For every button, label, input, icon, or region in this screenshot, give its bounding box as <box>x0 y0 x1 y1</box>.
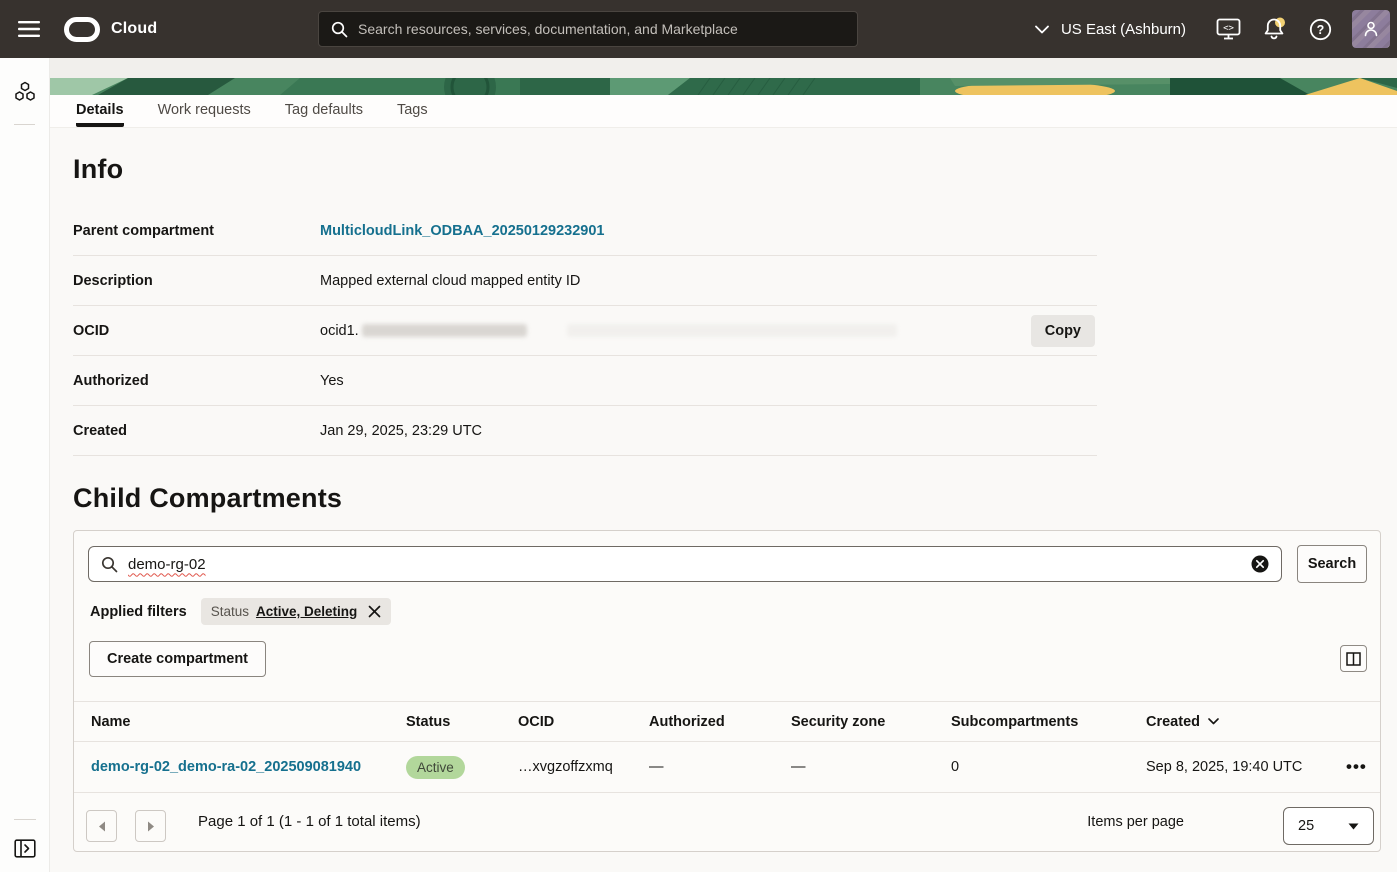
child-compartments-heading: Child Compartments <box>73 483 342 514</box>
oracle-o-icon <box>64 17 100 42</box>
parent-compartment-label: Parent compartment <box>73 223 320 239</box>
column-header-status: Status <box>406 714 518 730</box>
help-icon[interactable]: ? <box>1300 9 1340 49</box>
search-input-value: demo-rg-02 <box>128 556 206 573</box>
top-navigation-bar: Cloud US East (Ashburn) <> ? <box>0 0 1397 58</box>
compartments-icon[interactable] <box>0 70 50 114</box>
decorative-banner <box>50 78 1397 95</box>
column-header-ocid: OCID <box>518 714 649 730</box>
info-row-ocid: OCID ocid1. Copy <box>73 306 1097 356</box>
table-row: demo-rg-02_demo-ra-02_202509081940 Activ… <box>74 742 1380 793</box>
compartments-table: Name Status OCID Authorized Security zon… <box>74 701 1380 793</box>
expand-panel-icon[interactable] <box>0 826 50 870</box>
previous-page-button[interactable] <box>86 810 117 842</box>
global-search-bar[interactable] <box>318 11 858 47</box>
tab-tags[interactable]: Tags <box>397 95 428 127</box>
ocid-label: OCID <box>73 323 320 339</box>
info-row-parent-compartment: Parent compartment MulticloudLink_ODBAA_… <box>73 206 1097 256</box>
column-header-name: Name <box>91 714 406 730</box>
ocid-prefix: ocid1. <box>320 323 359 339</box>
items-per-page-value: 25 <box>1298 818 1314 834</box>
info-list: Parent compartment MulticloudLink_ODBAA_… <box>73 206 1097 456</box>
region-label: US East (Ashburn) <box>1061 21 1186 38</box>
copy-ocid-button[interactable]: Copy <box>1031 315 1095 347</box>
authorized-label: Authorized <box>73 373 320 389</box>
row-authorized: — <box>649 759 791 775</box>
items-per-page-select[interactable]: 25 <box>1283 807 1374 845</box>
description-value: Mapped external cloud mapped entity ID <box>320 273 580 289</box>
row-ocid: …xvgzoffzxmq <box>518 759 649 775</box>
row-created: Sep 8, 2025, 19:40 UTC <box>1146 759 1346 775</box>
items-per-page-label: Items per page <box>1087 814 1184 830</box>
search-icon <box>331 21 348 38</box>
applied-filters-label: Applied filters <box>90 604 187 620</box>
created-value: Jan 29, 2025, 23:29 UTC <box>320 423 482 439</box>
user-avatar[interactable] <box>1352 10 1390 48</box>
main-content: Info Parent compartment MulticloudLink_O… <box>50 128 1397 872</box>
region-selector[interactable]: US East (Ashburn) <box>1035 21 1186 38</box>
notifications-bell-icon[interactable] <box>1254 9 1294 49</box>
row-actions-menu-icon[interactable]: ••• <box>1346 762 1367 772</box>
chevron-down-icon <box>1035 25 1049 34</box>
tab-tag-defaults[interactable]: Tag defaults <box>285 95 363 127</box>
columns-icon <box>1346 652 1361 666</box>
left-sidebar <box>0 58 50 872</box>
status-badge: Active <box>406 756 465 779</box>
child-compartments-panel: demo-rg-02 Search Applied filters Status… <box>73 530 1381 852</box>
status-filter-chip: Status Active, Deleting <box>201 598 392 625</box>
info-row-created: Created Jan 29, 2025, 23:29 UTC <box>73 406 1097 456</box>
cloud-shell-icon[interactable]: <> <box>1208 9 1248 49</box>
created-label: Created <box>73 423 320 439</box>
column-header-authorized: Authorized <box>649 714 791 730</box>
filter-values-link[interactable]: Active, Deleting <box>256 604 357 619</box>
ocid-redacted-smudge <box>567 324 897 337</box>
table-header-row: Name Status OCID Authorized Security zon… <box>74 701 1380 742</box>
svg-text:<>: <> <box>1223 24 1234 34</box>
ocid-redacted-value <box>362 324 527 337</box>
compartment-search-input[interactable]: demo-rg-02 <box>88 546 1282 582</box>
column-picker-button[interactable] <box>1340 645 1367 672</box>
description-label: Description <box>73 273 320 289</box>
sidebar-divider <box>14 124 35 125</box>
info-heading: Info <box>73 154 123 185</box>
parent-compartment-link[interactable]: MulticloudLink_ODBAA_20250129232901 <box>320 223 605 239</box>
applied-filters-row: Applied filters Status Active, Deleting <box>90 598 391 625</box>
filter-field-label: Status <box>211 604 249 619</box>
next-page-button[interactable] <box>135 810 166 842</box>
global-search-input[interactable] <box>358 21 845 37</box>
hamburger-menu-icon[interactable] <box>9 9 49 49</box>
brand-label: Cloud <box>111 20 157 38</box>
authorized-value: Yes <box>320 373 344 389</box>
column-header-security-zone: Security zone <box>791 714 951 730</box>
sort-chevron-down-icon <box>1208 718 1219 725</box>
row-security-zone: — <box>791 759 951 775</box>
header-spacer <box>50 58 1397 78</box>
compartment-name-link[interactable]: demo-rg-02_demo-ra-02_202509081940 <box>91 759 361 775</box>
sidebar-divider-bottom <box>14 819 36 820</box>
row-subcompartments: 0 <box>951 759 1146 775</box>
clear-search-icon[interactable] <box>1251 555 1269 573</box>
select-caret-icon <box>1348 823 1359 830</box>
tab-work-requests[interactable]: Work requests <box>158 95 251 127</box>
create-compartment-button[interactable]: Create compartment <box>89 641 266 677</box>
tab-details[interactable]: Details <box>76 95 124 127</box>
pagination-bar: Page 1 of 1 (1 - 1 of 1 total items) Ite… <box>74 792 1380 851</box>
person-icon <box>1362 20 1380 38</box>
svg-text:?: ? <box>1316 23 1324 37</box>
info-row-description: Description Mapped external cloud mapped… <box>73 256 1097 306</box>
search-icon <box>101 556 118 573</box>
page-info-text: Page 1 of 1 (1 - 1 of 1 total items) <box>198 813 421 830</box>
remove-filter-icon[interactable] <box>368 605 381 618</box>
column-header-subcompartments: Subcompartments <box>951 714 1146 730</box>
tab-bar: Details Work requests Tag defaults Tags <box>50 95 1397 128</box>
info-row-authorized: Authorized Yes <box>73 356 1097 406</box>
search-button[interactable]: Search <box>1297 545 1367 583</box>
oracle-cloud-logo[interactable]: Cloud <box>64 17 157 42</box>
column-header-created-sort[interactable]: Created <box>1146 714 1346 730</box>
